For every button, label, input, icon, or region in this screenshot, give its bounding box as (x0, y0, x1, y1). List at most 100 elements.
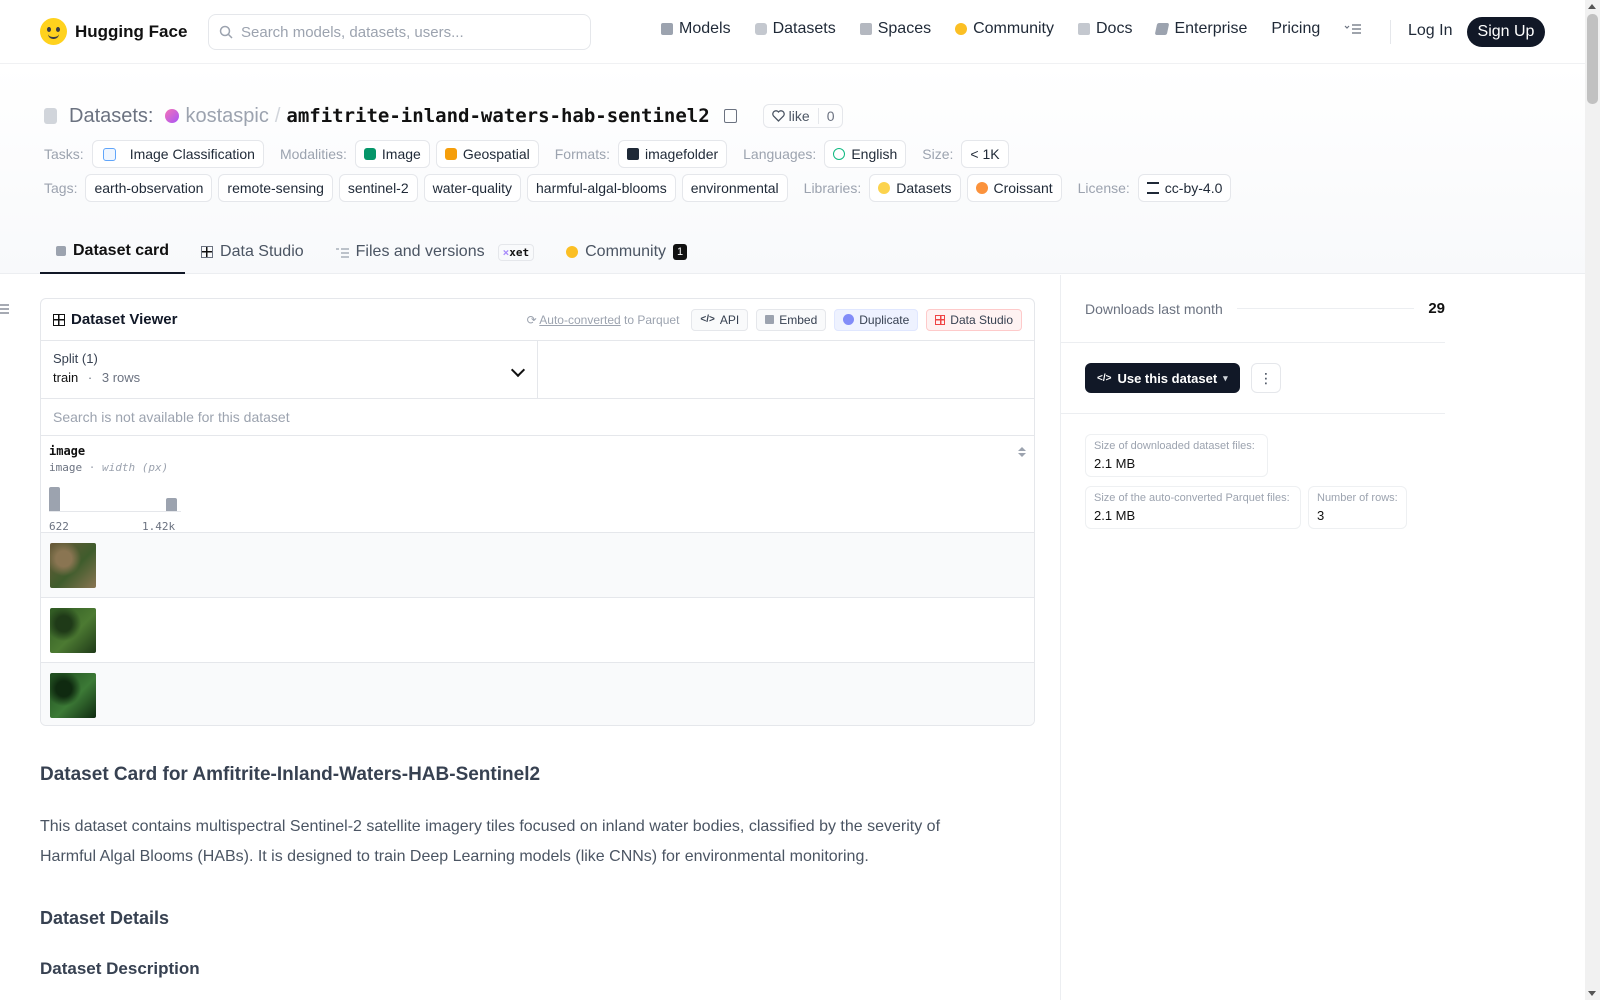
split-selector[interactable]: Split (1) train · 3 rows (41, 341, 538, 398)
nav-community[interactable]: Community (955, 20, 1054, 38)
tab-label: Data Studio (220, 243, 304, 260)
tag-chip[interactable]: water-quality (423, 174, 521, 202)
login-link[interactable]: Log In (1408, 22, 1452, 40)
duplicate-button[interactable]: Duplicate (834, 308, 919, 331)
stat-label: Size of downloaded dataset files: (1094, 440, 1255, 452)
nav-more-menu[interactable] (1344, 23, 1362, 35)
size-chip[interactable]: < 1K (961, 140, 1009, 168)
table-icon (935, 314, 946, 325)
modality-chip-image[interactable]: Image (354, 140, 430, 168)
width-histogram[interactable] (49, 484, 181, 512)
global-search[interactable] (208, 14, 591, 50)
auto-converted-link[interactable]: Auto-converted (539, 313, 620, 327)
tag-chip[interactable]: harmful-algal-blooms (527, 174, 676, 202)
meta-row-1: Tasks: Image Classification Modalities: … (44, 140, 1015, 168)
image-icon (363, 148, 376, 160)
scroll-up-icon[interactable] (1588, 4, 1596, 9)
image-thumbnail[interactable] (50, 608, 96, 653)
duplicate-icon (843, 314, 855, 325)
image-thumbnail[interactable] (50, 543, 96, 588)
histogram-bar[interactable] (166, 498, 177, 511)
like-label: like (788, 108, 810, 124)
chip-label: imagefolder (644, 146, 719, 162)
signup-button[interactable]: Sign Up (1467, 17, 1545, 47)
description-heading: Dataset Description (40, 959, 200, 978)
image-thumbnail[interactable] (50, 673, 96, 718)
library-chip-datasets[interactable]: Datasets (869, 174, 961, 202)
vertical-dots-icon: ⋮ (1259, 369, 1273, 386)
library-chip-croissant[interactable]: Croissant (966, 174, 1062, 202)
community-icon (955, 23, 968, 35)
tag-chip[interactable]: environmental (681, 174, 788, 202)
api-button[interactable]: </> API (691, 308, 749, 331)
downloads-label: Downloads last month (1085, 300, 1223, 317)
nav-pricing[interactable]: Pricing (1271, 20, 1320, 38)
hugging-face-icon (878, 182, 891, 194)
format-chip-imagefolder[interactable]: imagefolder (617, 140, 728, 168)
spaces-icon (859, 23, 872, 35)
nav-enterprise[interactable]: Enterprise (1155, 20, 1248, 38)
globe-icon (833, 148, 846, 160)
dataset-icon (44, 108, 57, 124)
nav-divider (1390, 20, 1391, 44)
tab-files-and-versions[interactable]: Files and versions ×xet (320, 230, 550, 274)
tag-chip[interactable]: earth-observation (85, 174, 213, 202)
data-studio-button[interactable]: Data Studio (926, 308, 1022, 331)
task-chip-image-classification[interactable]: Image Classification (91, 140, 264, 168)
copy-icon[interactable] (723, 109, 737, 123)
sidebar-toggle-icon[interactable] (0, 304, 9, 314)
sort-icon[interactable] (1018, 446, 1026, 458)
stat-value: 2.1 MB (1094, 508, 1136, 523)
tag-chip[interactable]: remote-sensing (218, 174, 333, 202)
folder-icon (626, 148, 639, 160)
search-input[interactable] (241, 23, 561, 41)
stat-download-size: Size of downloaded dataset files: 2.1 MB (1085, 434, 1268, 477)
image-classification-icon (102, 147, 116, 161)
tab-dataset-card[interactable]: Dataset card (40, 230, 186, 274)
chip-label: Geospatial (462, 146, 530, 162)
table-row[interactable] (41, 598, 1034, 663)
nav-label: Enterprise (1174, 20, 1248, 37)
scroll-thumb[interactable] (1587, 14, 1598, 104)
sidebar-separator (1060, 413, 1445, 414)
libraries-label: Libraries: (803, 180, 862, 196)
nav-datasets[interactable]: Datasets (754, 20, 836, 38)
meta-row-2: Tags: earth-observation remote-sensing s… (44, 174, 1237, 202)
license-chip[interactable]: cc-by-4.0 (1137, 174, 1232, 202)
modality-chip-geospatial[interactable]: Geospatial (435, 140, 539, 168)
modalities-label: Modalities: (279, 146, 347, 162)
like-button[interactable]: like 0 (762, 104, 844, 128)
scroll-down-icon[interactable] (1588, 991, 1596, 996)
stat-value: 3 (1317, 508, 1325, 523)
owner-link[interactable]: kostaspic (185, 105, 268, 128)
nav-models[interactable]: Models (661, 20, 731, 38)
page-scrollbar[interactable] (1585, 0, 1600, 1000)
split-label: Split (1) (53, 351, 98, 366)
code-icon: </> (1097, 372, 1112, 384)
split-separator: · (87, 370, 93, 385)
geospatial-icon (444, 148, 457, 160)
nav-docs[interactable]: Docs (1078, 20, 1132, 38)
chip-label: Image (381, 146, 421, 162)
stat-row-count: Number of rows: 3 (1308, 486, 1407, 529)
table-row[interactable] (41, 663, 1034, 725)
histogram-bar[interactable] (49, 487, 60, 511)
language-chip-english[interactable]: English (824, 140, 907, 168)
dataset-card: Dataset Card for Amfitrite-Inland-Waters… (40, 764, 1000, 979)
tag-chip[interactable]: sentinel-2 (338, 174, 418, 202)
brand-logo[interactable]: Hugging Face (40, 18, 187, 45)
repo-type-link[interactable]: Datasets: (69, 105, 153, 128)
use-dataset-button[interactable]: </> Use this dataset ▾ (1085, 363, 1240, 393)
repo-name[interactable]: amfitrite-inland-waters-hab-sentinel2 (286, 105, 709, 127)
nav-label: Pricing (1271, 20, 1321, 37)
stat-parquet-size: Size of the auto-converted Parquet files… (1085, 486, 1301, 529)
embed-button[interactable]: Embed (756, 308, 827, 331)
details-heading: Dataset Details (40, 908, 170, 928)
like-count[interactable]: 0 (817, 108, 843, 124)
tab-data-studio[interactable]: Data Studio (185, 230, 320, 274)
table-row[interactable] (41, 533, 1034, 598)
tab-community[interactable]: Community 1 (550, 230, 703, 274)
viewer-title-text: Dataset Viewer (71, 311, 178, 328)
more-options-button[interactable]: ⋮ (1251, 363, 1281, 393)
nav-spaces[interactable]: Spaces (859, 20, 931, 38)
